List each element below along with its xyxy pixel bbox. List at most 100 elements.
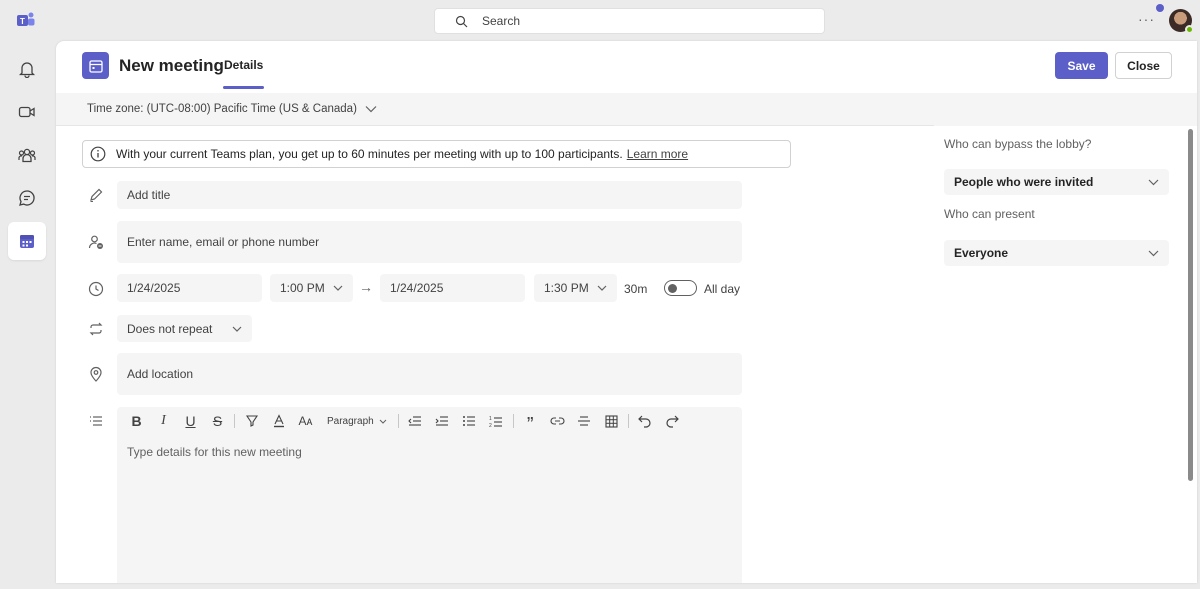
redo-icon — [666, 415, 680, 428]
toolbar-separator — [397, 414, 399, 428]
repeat-value: Does not repeat — [127, 321, 213, 336]
details-list-icon — [90, 416, 102, 426]
page-title: New meeting — [119, 56, 224, 75]
save-button[interactable]: Save — [1055, 52, 1108, 79]
lobby-bypass-value: People who were invited — [954, 175, 1094, 189]
start-date-value: 1/24/2025 — [127, 281, 181, 295]
settings-header-strip — [934, 93, 1197, 126]
pencil-icon — [90, 188, 103, 202]
teams-logo-icon[interactable]: T — [16, 11, 36, 29]
end-date-picker[interactable]: 1/24/2025 — [380, 274, 525, 302]
info-icon — [90, 146, 106, 162]
attendees-input[interactable]: Enter name, email or phone number — [117, 221, 742, 263]
redo-button[interactable] — [659, 409, 686, 433]
start-date-picker[interactable]: 1/24/2025 — [117, 274, 262, 302]
arrow-right-icon: → — [359, 279, 373, 295]
paragraph-style-select[interactable]: Paragraph — [319, 416, 395, 427]
search-box[interactable]: Search — [434, 8, 825, 34]
end-date-value: 1/24/2025 — [390, 281, 444, 295]
toggle-knob — [668, 283, 677, 293]
presenters-label: Who can present — [944, 207, 1035, 221]
title-input[interactable]: Add title — [117, 181, 742, 209]
close-button[interactable]: Close — [1115, 52, 1172, 79]
highlight-button[interactable] — [238, 409, 265, 433]
start-time-select[interactable]: 1:00 PM — [270, 274, 353, 302]
end-time-select[interactable]: 1:30 PM — [534, 274, 617, 302]
decrease-indent-button[interactable] — [402, 409, 429, 433]
bulleted-list-icon — [463, 416, 476, 426]
plan-info-banner: With your current Teams plan, you get up… — [82, 140, 791, 168]
highlighter-icon — [245, 415, 258, 427]
rail-item-communities[interactable] — [8, 136, 46, 174]
user-avatar[interactable] — [1169, 9, 1194, 34]
quote-button[interactable]: ” — [517, 409, 544, 436]
numbered-list-button[interactable]: 12 — [483, 409, 510, 433]
chevron-down-icon — [365, 106, 377, 113]
tab-details-indicator — [223, 86, 264, 89]
lobby-bypass-select[interactable]: People who were invited — [944, 169, 1169, 195]
panel-scrollbar[interactable] — [1188, 129, 1193, 481]
details-placeholder: Type details for this new meeting — [127, 445, 302, 459]
numbered-list-icon: 12 — [489, 416, 503, 428]
toolbar-separator — [234, 414, 235, 428]
chat-icon — [19, 190, 35, 206]
meeting-header: New meeting Details Save Close — [56, 41, 1197, 93]
all-day-toggle[interactable] — [664, 280, 697, 296]
decrease-indent-icon — [408, 416, 422, 426]
font-size-button[interactable]: Aᴀ — [292, 409, 319, 433]
details-editor[interactable]: B I U S Aᴀ Paragraph 12 ” Type details f… — [117, 407, 742, 583]
horizontal-rule-button[interactable] — [571, 409, 598, 433]
bell-icon — [18, 62, 36, 78]
bold-button[interactable]: B — [123, 409, 150, 433]
increase-indent-button[interactable] — [429, 409, 456, 433]
rail-item-meet[interactable] — [8, 93, 46, 131]
chevron-down-icon — [379, 419, 387, 424]
insert-link-button[interactable] — [544, 409, 571, 433]
table-icon — [605, 414, 618, 428]
end-time-value: 1:30 PM — [544, 281, 589, 295]
more-options-button[interactable]: ··· — [1138, 11, 1155, 27]
search-placeholder: Search — [482, 14, 521, 28]
presenters-select[interactable]: Everyone — [944, 240, 1169, 266]
italic-button[interactable]: I — [150, 409, 177, 433]
start-time-value: 1:00 PM — [280, 281, 325, 295]
tab-details[interactable]: Details — [224, 58, 263, 72]
svg-text:2: 2 — [489, 423, 492, 428]
toolbar-separator — [627, 414, 629, 428]
app-rail — [0, 40, 54, 589]
calendar-icon — [20, 235, 34, 248]
horizontal-rule-icon — [578, 416, 591, 426]
rail-item-calendar[interactable] — [8, 222, 46, 260]
formatting-toolbar: B I U S Aᴀ Paragraph 12 ” — [117, 407, 742, 436]
timezone-selector[interactable]: Time zone: (UTC-08:00) Pacific Time (US … — [87, 103, 377, 115]
location-pin-icon — [90, 366, 102, 382]
underline-button[interactable]: U — [177, 409, 204, 433]
clock-icon — [88, 281, 104, 297]
learn-more-link[interactable]: Learn more — [627, 147, 688, 161]
top-bar: T Search ··· — [0, 0, 1200, 40]
repeat-select[interactable]: Does not repeat — [117, 315, 252, 342]
location-input[interactable]: Add location — [117, 353, 742, 395]
rail-item-activity[interactable] — [8, 50, 46, 88]
rail-item-chat[interactable] — [8, 179, 46, 217]
people-icon — [18, 148, 36, 163]
bulleted-list-button[interactable] — [456, 409, 483, 433]
insert-table-button[interactable] — [598, 409, 625, 433]
undo-button[interactable] — [632, 409, 659, 433]
strikethrough-button[interactable]: S — [204, 409, 231, 433]
timezone-bar: Time zone: (UTC-08:00) Pacific Time (US … — [56, 93, 934, 126]
notification-dot — [1156, 4, 1164, 12]
duration-label: 30m — [624, 282, 648, 296]
increase-indent-icon — [435, 416, 449, 426]
add-person-icon — [88, 235, 103, 249]
chevron-down-icon — [333, 285, 343, 291]
link-icon — [550, 417, 565, 425]
toolbar-separator — [512, 414, 514, 428]
font-color-button[interactable] — [265, 409, 292, 433]
undo-icon — [638, 415, 651, 428]
svg-text:T: T — [20, 17, 25, 26]
meeting-calendar-icon — [82, 52, 109, 79]
chevron-down-icon — [597, 285, 607, 291]
timezone-label: Time zone: (UTC-08:00) Pacific Time (US … — [87, 103, 357, 115]
chevron-down-icon — [1148, 179, 1159, 185]
